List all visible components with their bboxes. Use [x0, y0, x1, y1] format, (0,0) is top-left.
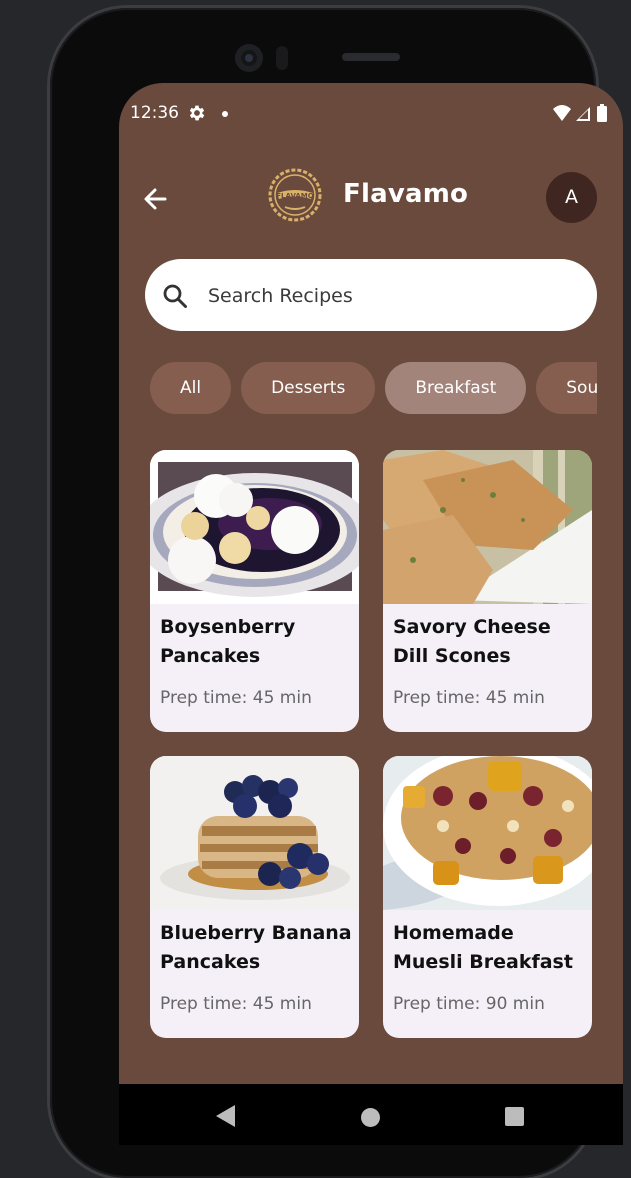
status-bar: 12:36 — [119, 83, 623, 143]
flavamo-logo: FLAVAMO — [268, 168, 322, 222]
front-camera-icon — [235, 44, 263, 72]
phone-frame: 12:36 FLAVAMO Flavamo A Search Recipes A… — [50, 8, 623, 1178]
recipe-card-blueberry-banana-pancakes[interactable]: Blueberry Banana Pancakes Prep time: 45 … — [150, 756, 359, 1038]
battery-icon — [597, 106, 607, 122]
notification-dot-icon — [222, 111, 228, 117]
nav-back-icon[interactable] — [214, 1104, 236, 1128]
recipe-title: Boysenberry Pancakes — [160, 616, 296, 667]
recipe-image — [150, 756, 359, 910]
category-filter-row: AllDessertsBreakfastSoups — [150, 362, 597, 416]
chip-desserts[interactable]: Desserts — [241, 362, 376, 414]
recipe-title: Savory Cheese Dill Scones — [393, 616, 551, 667]
wifi-icon — [553, 105, 571, 121]
app-title: Flavamo — [343, 179, 469, 209]
search-bar[interactable] — [145, 259, 597, 333]
nav-recents-icon[interactable] — [505, 1107, 524, 1126]
recipe-title: Homemade Muesli Breakfast — [393, 922, 573, 973]
user-avatar[interactable]: A — [546, 172, 597, 223]
recipe-image — [383, 450, 592, 604]
back-arrow-icon[interactable] — [139, 183, 171, 215]
search-icon — [163, 284, 187, 308]
system-navigation-bar — [119, 1084, 623, 1145]
recipe-card-boysenberry-pancakes[interactable]: Boysenberry Pancakes Prep time: 45 min — [150, 450, 359, 732]
search-input[interactable] — [206, 259, 580, 333]
app-screen: 12:36 FLAVAMO Flavamo A Search Recipes A… — [119, 83, 623, 1145]
gear-icon — [189, 105, 205, 121]
recipe-image — [383, 756, 592, 910]
chip-breakfast[interactable]: Breakfast — [385, 362, 527, 414]
logo-text: FLAVAMO — [276, 192, 314, 200]
recipe-prep-time: Prep time: 45 min — [393, 688, 545, 708]
chip-all[interactable]: All — [150, 362, 232, 414]
earpiece-speaker — [342, 53, 400, 61]
recipe-prep-time: Prep time: 45 min — [160, 994, 312, 1014]
recipe-title: Blueberry Banana Pancakes — [160, 922, 352, 973]
recipe-card-cheese-dill-scones[interactable]: Savory Cheese Dill Scones Prep time: 45 … — [383, 450, 592, 732]
system-status-icons — [553, 104, 607, 122]
recipe-card-homemade-muesli[interactable]: Homemade Muesli Breakfast Prep time: 90 … — [383, 756, 592, 1038]
proximity-sensor — [276, 46, 288, 70]
chip-soups[interactable]: Soups — [536, 362, 597, 414]
status-time: 12:36 — [130, 103, 179, 123]
recipe-prep-time: Prep time: 90 min — [393, 994, 545, 1014]
recipe-prep-time: Prep time: 45 min — [160, 688, 312, 708]
nav-home-icon[interactable] — [361, 1108, 380, 1127]
recipe-image — [150, 450, 359, 604]
